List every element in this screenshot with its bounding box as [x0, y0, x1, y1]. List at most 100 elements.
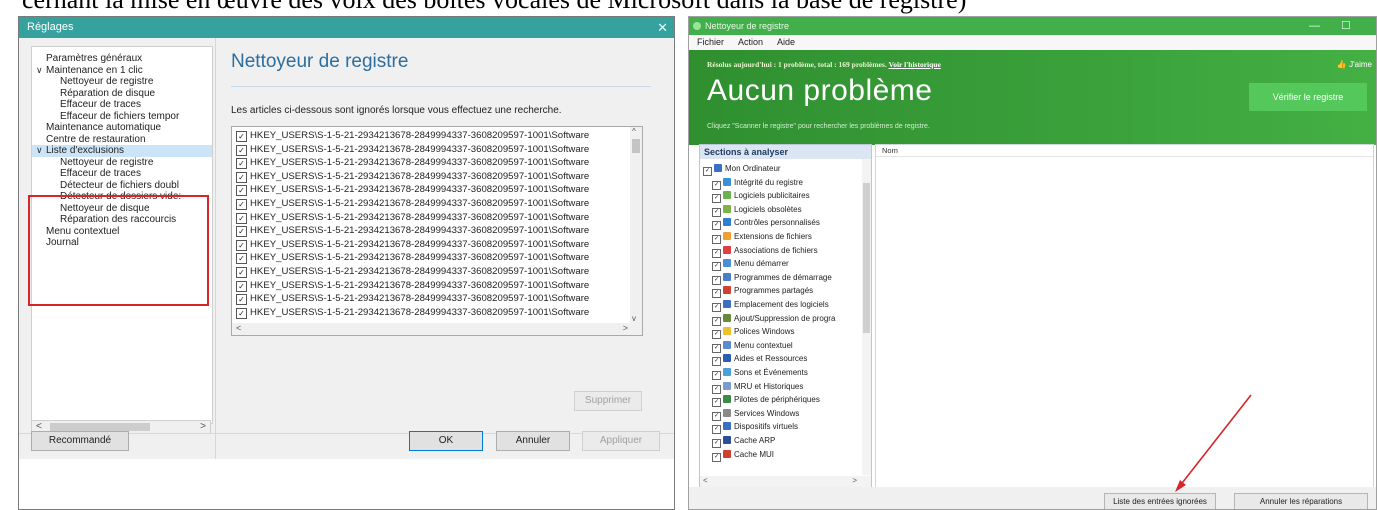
section-item[interactable]: ✓ MRU et Historiques [712, 381, 803, 394]
item-checkbox[interactable]: ✓ [236, 131, 247, 142]
list-item[interactable]: ✓ HKEY_USERS\S-1-5-21-2934213678-28499943… [236, 144, 589, 157]
scroll-right-icon[interactable]: > [623, 323, 628, 333]
section-checkbox[interactable]: ✓ [712, 343, 721, 353]
section-item[interactable]: ✓ Extensions de fichiers [712, 231, 812, 244]
tree-item[interactable]: Nettoyeur de registre [32, 157, 212, 169]
list-horizontal-scrollbar[interactable]: < > [232, 323, 642, 335]
section-checkbox[interactable]: ✓ [712, 221, 721, 231]
section-item[interactable]: ✓ Menu contextuel [712, 340, 793, 353]
list-item[interactable]: ✓ HKEY_USERS\S-1-5-21-2934213678-28499943… [236, 130, 589, 143]
item-checkbox[interactable]: ✓ [236, 199, 247, 210]
section-checkbox[interactable]: ✓ [712, 207, 721, 217]
delete-button[interactable]: Supprimer [574, 391, 642, 411]
ignored-entries-button[interactable]: Liste des entrées ignorées [1104, 493, 1216, 509]
tree-item[interactable]: Détecteur de fichiers doubl [32, 180, 212, 192]
scroll-thumb[interactable] [50, 423, 150, 431]
section-checkbox[interactable]: ✓ [712, 425, 721, 435]
section-checkbox[interactable]: ✓ [712, 262, 721, 272]
item-checkbox[interactable]: ✓ [236, 212, 247, 224]
section-checkbox[interactable]: ✓ [712, 316, 721, 326]
scroll-down-icon[interactable]: v [632, 314, 636, 323]
section-checkbox[interactable]: ✓ [712, 452, 721, 462]
section-item[interactable]: ✓ Cache MUI [712, 449, 774, 462]
section-checkbox[interactable]: ✓ [712, 398, 721, 408]
list-item[interactable]: ✓ HKEY_USERS\S-1-5-21-2934213678-28499943… [236, 212, 589, 225]
section-checkbox[interactable]: ✓ [712, 357, 721, 367]
list-item[interactable]: ✓ HKEY_USERS\S-1-5-21-2934213678-28499943… [236, 280, 589, 293]
close-icon[interactable]: ✕ [657, 17, 668, 38]
list-item[interactable]: ✓ HKEY_USERS\S-1-5-21-2934213678-28499943… [236, 157, 589, 170]
section-item[interactable]: ✓ Mon Ordinateur [703, 163, 781, 176]
scroll-up-icon[interactable]: ^ [632, 127, 636, 136]
section-item[interactable]: ✓ Emplacement des logiciels [712, 299, 829, 312]
cancel-button[interactable]: Annuler [496, 431, 570, 451]
menu-item[interactable]: Action [738, 37, 763, 47]
section-checkbox[interactable]: ✓ [712, 439, 721, 448]
section-checkbox[interactable]: ✓ [712, 248, 721, 258]
section-checkbox[interactable]: ✓ [712, 411, 721, 421]
section-item[interactable]: ✓ Programmes de démarrage [712, 272, 832, 285]
sections-vertical-scrollbar[interactable] [862, 159, 871, 475]
scroll-right-icon[interactable]: > [200, 421, 206, 433]
like-button[interactable]: 👍 J'aime [1337, 60, 1372, 69]
tree-item[interactable]: Paramètres généraux [32, 53, 212, 65]
section-checkbox[interactable]: ✓ [712, 235, 721, 244]
section-item[interactable]: ✓ Aides et Ressources [712, 353, 807, 367]
chevron-down-icon[interactable]: ∨ [36, 145, 46, 157]
tree-item[interactable]: Centre de restauration [32, 134, 212, 146]
undo-repairs-button[interactable]: Annuler les réparations [1234, 493, 1368, 509]
section-checkbox[interactable]: ✓ [703, 167, 712, 176]
section-checkbox[interactable]: ✓ [712, 371, 721, 380]
section-item[interactable]: ✓ Logiciels obsolètes [712, 204, 802, 217]
minimize-icon[interactable]: — [1309, 17, 1320, 35]
tree-item[interactable]: ∨ Maintenance en 1 clic [32, 65, 212, 77]
list-item[interactable]: ✓ HKEY_USERS\S-1-5-21-2934213678-28499943… [236, 266, 589, 279]
tree-item[interactable]: ∨ Liste d'exclusions [32, 145, 212, 157]
section-checkbox[interactable]: ✓ [712, 303, 721, 312]
menu-item[interactable]: Fichier [697, 37, 724, 47]
maximize-icon[interactable]: ☐ [1341, 17, 1351, 35]
registry-exclusion-list[interactable]: ✓ HKEY_USERS\S-1-5-21-2934213678-28499943… [231, 126, 643, 336]
item-checkbox[interactable]: ✓ [236, 158, 247, 170]
scroll-thumb[interactable] [863, 183, 870, 333]
section-item[interactable]: ✓ Associations de fichiers [712, 245, 818, 258]
section-checkbox[interactable]: ✓ [712, 384, 721, 394]
item-checkbox[interactable]: ✓ [236, 144, 247, 156]
list-item[interactable]: ✓ HKEY_USERS\S-1-5-21-2934213678-28499943… [236, 293, 589, 306]
section-item[interactable]: ✓ Services Windows [712, 408, 799, 421]
section-checkbox[interactable]: ✓ [712, 330, 721, 340]
section-item[interactable]: ✓ Contrôles personnalisés [712, 217, 820, 231]
list-item[interactable]: ✓ HKEY_USERS\S-1-5-21-2934213678-28499943… [236, 252, 589, 265]
item-checkbox[interactable]: ✓ [236, 171, 247, 183]
section-checkbox[interactable]: ✓ [712, 275, 721, 285]
scroll-left-icon[interactable]: < [236, 323, 241, 333]
section-item[interactable]: ✓ Intégrité du registre [712, 177, 803, 190]
verify-registry-button[interactable]: Vérifier le registre [1249, 83, 1367, 111]
section-item[interactable]: ✓ Menu démarrer [712, 258, 789, 272]
section-item[interactable]: ✓ Pilotes de périphériques [712, 394, 820, 408]
item-checkbox[interactable]: ✓ [236, 185, 247, 197]
tree-item[interactable]: Nettoyeur de registre [32, 76, 212, 88]
history-link[interactable]: Voir l'historique [888, 60, 940, 69]
section-item[interactable]: ✓ Polices Windows [712, 326, 794, 340]
section-item[interactable]: ✓ Sons et Événements [712, 367, 808, 380]
item-checkbox[interactable]: ✓ [236, 226, 247, 238]
section-item[interactable]: ✓ Programmes partagés [712, 285, 813, 299]
tree-item[interactable]: Effaceur de fichiers tempor [32, 111, 212, 123]
section-item[interactable]: ✓ Dispositifs virtuels [712, 421, 798, 435]
list-item[interactable]: ✓ HKEY_USERS\S-1-5-21-2934213678-28499943… [236, 184, 589, 197]
section-checkbox[interactable]: ✓ [712, 194, 721, 204]
sections-horizontal-scrollbar[interactable]: < > [700, 476, 871, 487]
item-checkbox[interactable]: ✓ [236, 307, 247, 319]
menu-item[interactable]: Aide [777, 37, 795, 47]
item-checkbox[interactable]: ✓ [236, 280, 247, 292]
item-checkbox[interactable]: ✓ [236, 239, 247, 251]
section-item[interactable]: ✓ Logiciels publicitaires [712, 190, 810, 204]
chevron-down-icon[interactable]: ∨ [36, 65, 46, 77]
item-checkbox[interactable]: ✓ [236, 267, 247, 278]
list-item[interactable]: ✓ HKEY_USERS\S-1-5-21-2934213678-28499943… [236, 307, 589, 320]
tree-item[interactable]: Réparation de disque [32, 88, 212, 100]
item-checkbox[interactable]: ✓ [236, 253, 247, 265]
results-column-name[interactable]: Nom [876, 145, 1373, 157]
list-item[interactable]: ✓ HKEY_USERS\S-1-5-21-2934213678-28499943… [236, 171, 589, 184]
